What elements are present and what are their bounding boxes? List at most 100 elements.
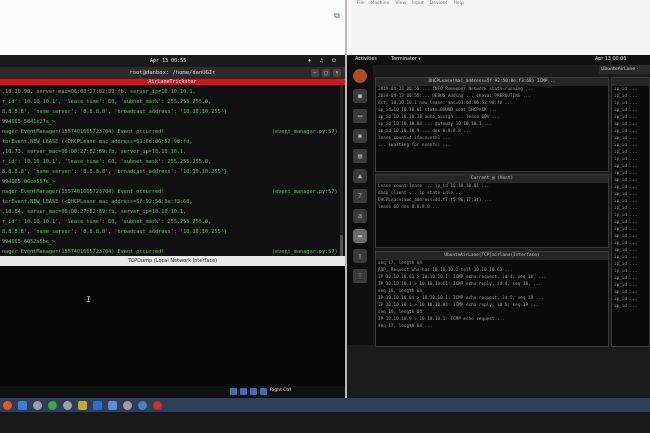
left-clock: Apr 13 00:55 xyxy=(150,58,187,64)
taskbar-chrome-icon[interactable] xyxy=(63,400,72,410)
status-usb-icon[interactable] xyxy=(250,387,257,395)
taskbar-spotify-icon[interactable] xyxy=(48,400,57,410)
terminal-line: Lease count lease ... ip_id 10.10.10.61 … xyxy=(378,184,490,189)
taskbar-paint-icon[interactable] xyxy=(93,400,102,410)
taskbar-info-icon[interactable] xyxy=(138,400,147,410)
right-window-title: UbunteAirLane - xyxy=(599,65,650,74)
left-gnome-top-bar: Apr 13 00:55 ♦ ♫ ⏻ xyxy=(0,55,345,67)
host-menu-item[interactable]: Help xyxy=(453,1,463,6)
log-line-source: (event_manager.py:57) xyxy=(272,129,338,135)
log-line: 994665 5841e27e_> xyxy=(2,117,338,127)
terminal-line: ip_id 10.10.10.18 auto_assign ... lease … xyxy=(378,115,500,120)
log-line-text: torEvent.NEW_LEASE (<DHCPLease mac_addre… xyxy=(2,199,193,205)
vm-status-icons: Right Ctrl xyxy=(230,386,291,396)
ubuntu-dock: ● ▭ ◉ ▤ ▲ ? a ▬ ▯ ⋮ xyxy=(347,65,373,345)
log-line: 994665 6052a5be_> xyxy=(2,237,338,247)
activities-button[interactable]: Activities xyxy=(355,55,377,65)
terminal-line: ip_id ... xyxy=(614,290,638,295)
log-line-text: 994665 06ce557e_> xyxy=(2,179,56,185)
terminal-pane-cli-title: UbunteAirLane(TCP)airlane(Interface) xyxy=(376,252,608,260)
log-line: 8.8.8.8', 'name_server': '8.8.8.8', 'bro… xyxy=(2,167,338,177)
log-line-text: ,10.84, server_mac=06:00:27:82:89:fb, se… xyxy=(2,209,187,215)
terminal-line: ip_id ... xyxy=(614,199,638,204)
terminal-line: IP 10.10.10.9 > 10.10.10.1: ICMP echo re… xyxy=(378,317,505,322)
terminal-line: ip_id ... xyxy=(614,129,638,134)
terminal-line: ip_id ... xyxy=(614,276,638,281)
terminal-line: ip_id ... xyxy=(614,157,638,162)
log-line-text: 994665 6052a5be_> xyxy=(2,239,56,245)
taskbar-vpn-icon[interactable] xyxy=(123,400,132,410)
terminal-line: ip_id 10.10.10.84 ... gateway 10.10.10.1… xyxy=(378,122,492,127)
left-window-title: root@danbox: /home/danUGIt xyxy=(129,70,216,76)
tcpdump-pane[interactable]: I xyxy=(0,266,345,386)
terminal-line: ip_id ... xyxy=(614,122,638,127)
host-menu-item[interactable]: Input xyxy=(412,1,424,6)
log-line: ,10.73, server_mac=06:00:27:82:89:fb, se… xyxy=(2,147,338,157)
terminator-app-menu[interactable]: Terminator ▾ xyxy=(391,55,421,65)
terminal-pane-current[interactable]: Current @ (Host) Lease count lease ... i… xyxy=(375,174,609,248)
log-line: 994665 06ce557e_> xyxy=(2,177,338,187)
log-line-text: nager EventManager(1557401665723704) Eve… xyxy=(2,249,165,255)
info-icon[interactable]: ⧉ xyxy=(334,12,342,20)
amazon-icon[interactable]: a xyxy=(353,209,367,223)
show-apps-icon[interactable]: ⋮ xyxy=(353,269,367,283)
taskbar-firefox-icon[interactable] xyxy=(3,400,12,410)
terminal-line: ip_id ... xyxy=(614,185,638,190)
taskbar-tray[interactable] xyxy=(614,401,644,409)
left-system-tray[interactable]: ♦ ♫ ⏻ xyxy=(308,55,339,67)
minimize-icon[interactable]: – xyxy=(311,69,319,77)
maximize-icon[interactable]: □ xyxy=(322,69,330,77)
log-line: ,10.10.90, server_mac=06:00:27:82:89:fb,… xyxy=(2,87,338,97)
close-icon[interactable]: × xyxy=(333,69,341,77)
status-network-icon[interactable] xyxy=(240,387,247,395)
host-menu-item[interactable]: Machine xyxy=(371,1,390,6)
rhythmbox-icon[interactable]: ◉ xyxy=(353,129,367,143)
host-menu-item[interactable]: View xyxy=(395,1,406,6)
vm-host-menubar: File Machine View Input Devices Help xyxy=(357,1,464,6)
terminal-line: ip_id ... xyxy=(614,115,638,120)
terminal-line: IP 10.10.10.84 > 10.10.10.1: ICMP echo r… xyxy=(378,296,544,301)
taskbar-tools-icon[interactable] xyxy=(78,400,87,410)
status-disk-icon[interactable] xyxy=(230,387,237,395)
taskbar-mail-icon[interactable] xyxy=(108,400,117,410)
terminal-pane-main-title: DHCPLease(mac_address=5f:92:50:8e:f3:68)… xyxy=(376,78,608,86)
taskbar-terminal-icon[interactable] xyxy=(33,400,42,410)
taskbar-record-icon[interactable] xyxy=(153,400,162,410)
log-line-text: torEvent.NEW_LEASE (<DHCPLease mac_addre… xyxy=(2,139,193,145)
writer-icon[interactable]: ▤ xyxy=(353,149,367,163)
host-menu-item[interactable]: File xyxy=(357,1,365,6)
host-menu-item[interactable]: Devices xyxy=(430,1,448,6)
terminal-line: ip_id ... xyxy=(614,297,638,302)
thunderbird-icon[interactable]: ● xyxy=(353,89,367,103)
log-line-text: r_id': 10.10.10.1', 'lease_time': 60, 's… xyxy=(2,159,212,165)
software-icon[interactable]: ▲ xyxy=(353,169,367,183)
terminal-pane-side[interactable]: ip_id ... ip_id ... ip_id ... ip_id ... ip_i… xyxy=(611,77,650,347)
terminal-icon[interactable]: ▬ xyxy=(353,229,367,243)
log-line: torEvent.NEW_LEASE (<DHCPLease mac_addre… xyxy=(2,197,338,207)
terminal-line: ip_id ... xyxy=(614,192,638,197)
log-line: torEvent.NEW_LEASE (<DHCPLease mac_addre… xyxy=(2,137,338,147)
help-icon[interactable]: ? xyxy=(353,189,367,203)
terminal-pane-cli[interactable]: UbunteAirLane(TCP)airlane(Interface) seq… xyxy=(375,251,609,347)
terminal-line: ip_id=10.10.10.61 state=BOUND sent DHCPA… xyxy=(378,108,497,113)
terminal-pane-main[interactable]: DHCPLease(mac_address=5f:92:50:8e:f3:68)… xyxy=(375,77,609,172)
right-vm-window: Activities Terminator ▾ Apr 13 00:06 ● ▭… xyxy=(347,55,650,398)
taskbar-files-icon[interactable] xyxy=(18,400,27,410)
terminal-line: 2019-04-13 00:55:... INFO Remember Netwo… xyxy=(378,87,534,92)
terminal-line: seq 17, length 64 ... xyxy=(378,324,433,329)
terminal-line: IP 10.10.10.1 > 10.10.10.84: ICMP echo r… xyxy=(378,303,539,308)
log-line-text: 8.8.8.8', 'name_server': '8.8.8.8', 'bro… xyxy=(2,109,227,115)
terminal-line: ip_id ... xyxy=(614,178,638,183)
terminal-line: IP 10.10.10.61 > 10.10.10.1: ICMP echo r… xyxy=(378,275,547,280)
trash-icon[interactable]: ▯ xyxy=(353,249,367,263)
status-display-icon[interactable] xyxy=(260,387,267,395)
files-icon[interactable]: ▭ xyxy=(353,109,367,123)
host-taskbar xyxy=(0,398,650,412)
left-host-area: ⧉ Apr 13 00:55 ♦ ♫ ⏻ root@danbox: /home/… xyxy=(0,0,345,398)
terminal-line: ip_id ... xyxy=(614,164,638,169)
firefox-icon[interactable] xyxy=(353,69,367,83)
right-gnome-top-bar: Activities Terminator ▾ Apr 13 00:06 xyxy=(347,55,650,65)
